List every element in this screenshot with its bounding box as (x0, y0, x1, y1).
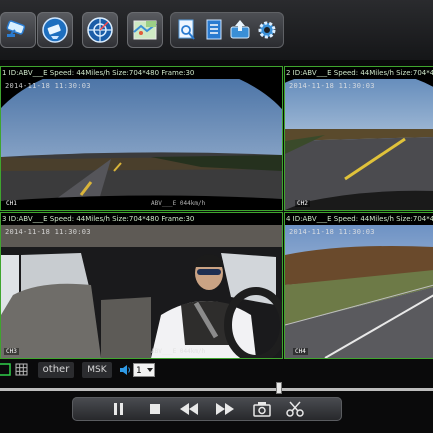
channel-label: CH2 (295, 200, 310, 207)
video-grid: 1 ID:ABV___E Speed: 44Miles/h Size:704*4… (0, 62, 433, 359)
main-toolbar (0, 0, 433, 60)
video-channel-1[interactable]: 1 ID:ABV___E Speed: 44Miles/h Size:704*4… (0, 66, 283, 211)
channel-caption: 3 ID:ABV___E Speed: 44Miles/h Size:704*4… (1, 213, 282, 225)
channel-select-value: 1 (136, 366, 142, 376)
channel-caption: 2 ID:ABV___E Speed: 44Miles/h Size:704*4… (285, 67, 433, 79)
clip-scissors-icon[interactable] (285, 400, 305, 418)
video-channel-4[interactable]: 4 ID:ABV___E Speed: 44Miles/h Size:704*4… (284, 212, 433, 359)
channel-label: CH4 (293, 348, 308, 355)
road-camera-view (1, 79, 282, 210)
speed-overlay: ABV___E 044km/h (151, 200, 206, 207)
map-button[interactable] (127, 12, 163, 48)
other-view-button[interactable]: other (38, 362, 74, 378)
channel-caption: 1 ID:ABV___E Speed: 44Miles/h Size:704*4… (1, 67, 282, 79)
road-camera-view (285, 225, 433, 358)
speed-overlay: ABV___E 044km/h (151, 348, 206, 355)
cctv-camera-icon (6, 20, 26, 37)
channel-label: CH1 (4, 200, 19, 207)
video-channel-2[interactable]: 2 ID:ABV___E Speed: 44Miles/h Size:704*4… (284, 66, 433, 211)
timeline-slider-thumb[interactable] (276, 382, 282, 394)
map-icon (133, 20, 157, 40)
single-view-icon[interactable] (0, 363, 12, 377)
camera-settings-icon (42, 17, 68, 43)
cabin-camera-view (1, 225, 282, 358)
fast-forward-icon[interactable] (214, 400, 234, 418)
notes-icon[interactable] (203, 18, 225, 42)
playback-controls (72, 397, 342, 421)
mask-button[interactable]: MSK (82, 362, 112, 378)
view-controls: other MSK (0, 360, 433, 380)
cctv-camera-button[interactable] (0, 12, 36, 48)
grid-view-icon[interactable] (15, 363, 29, 377)
search-document-icon[interactable] (176, 18, 198, 42)
stop-icon[interactable] (145, 400, 165, 418)
video-timestamp: 2014-11-18 11:30:03 (5, 228, 91, 236)
channel-caption: 4 ID:ABV___E Speed: 44Miles/h Size:704*4… (285, 213, 433, 225)
video-timestamp: 2014-11-18 11:30:03 (289, 82, 375, 90)
gear-icon[interactable] (256, 18, 278, 42)
gps-target-button[interactable] (82, 12, 118, 48)
tools-button-group (170, 12, 284, 48)
road-camera-view (285, 79, 433, 210)
video-timestamp: 2014-11-18 11:30:03 (289, 228, 375, 236)
pause-icon[interactable] (109, 400, 129, 418)
volume-speaker-icon[interactable] (119, 363, 131, 377)
export-icon[interactable] (229, 18, 251, 42)
channel-select[interactable]: 1 (133, 363, 155, 377)
video-channel-3[interactable]: 3 ID:ABV___E Speed: 44Miles/h Size:704*4… (0, 212, 283, 359)
channel-label: CH3 (4, 348, 19, 355)
chevron-down-icon (147, 368, 153, 372)
gps-target-icon (87, 17, 113, 43)
timeline-track[interactable] (0, 388, 433, 391)
snapshot-camera-icon[interactable] (252, 400, 272, 418)
rewind-icon[interactable] (178, 400, 198, 418)
video-timestamp: 2014-11-18 11:30:03 (5, 82, 91, 90)
camera-settings-button[interactable] (37, 12, 73, 48)
